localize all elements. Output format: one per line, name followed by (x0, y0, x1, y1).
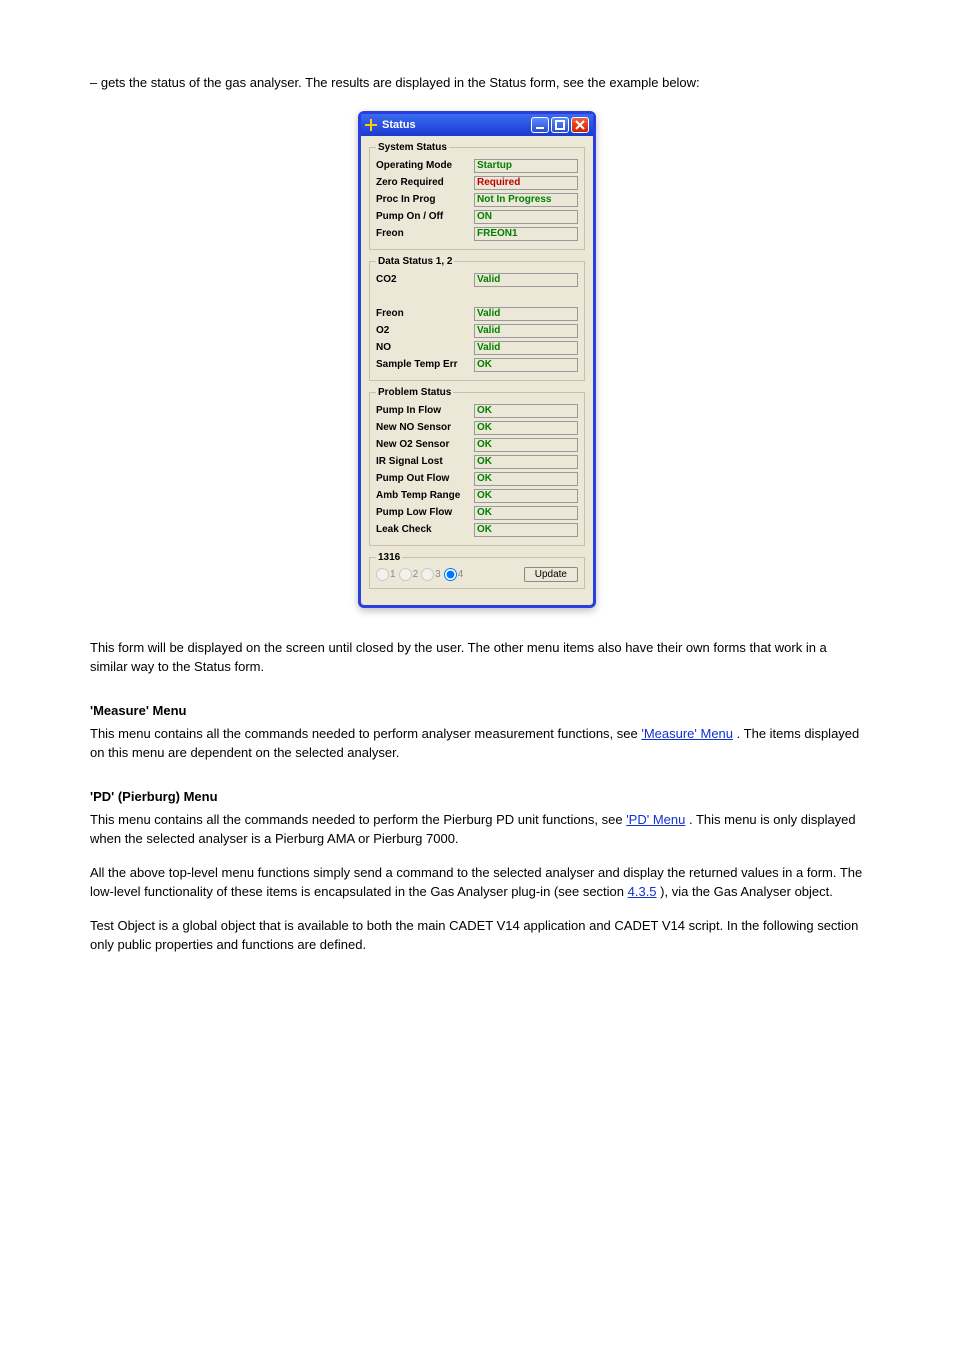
pd-text-1: This menu contains all the commands need… (90, 812, 626, 827)
status-row: CO2Valid (376, 272, 578, 288)
status-label: Proc In Prog (376, 194, 474, 205)
heading-pd: 'PD' (Pierburg) Menu (90, 789, 864, 804)
status-value: OK (474, 421, 578, 435)
radio-option[interactable]: 2 (399, 568, 419, 581)
status-row: New O2 SensorOK (376, 437, 578, 453)
radio-option[interactable]: 4 (444, 568, 464, 581)
radio-label: 1 (390, 569, 396, 580)
maximize-button[interactable] (551, 117, 569, 133)
radio-input[interactable] (376, 568, 389, 581)
link-measure-menu[interactable]: 'Measure' Menu (641, 726, 733, 741)
status-label: Pump In Flow (376, 405, 474, 416)
status-value: Valid (474, 307, 578, 321)
status-row: Pump Out FlowOK (376, 471, 578, 487)
group-2: Problem StatusPump In FlowOKNew NO Senso… (369, 387, 585, 546)
status-row (376, 289, 578, 305)
radio-label: 3 (435, 569, 441, 580)
status-label: Pump Low Flow (376, 507, 474, 518)
status-label: Freon (376, 228, 474, 239)
status-row: Zero RequiredRequired (376, 175, 578, 191)
status-value: FREON1 (474, 227, 578, 241)
status-label: New O2 Sensor (376, 439, 474, 450)
status-value: OK (474, 358, 578, 372)
status-label: Sample Temp Err (376, 359, 474, 370)
group-legend: Data Status 1, 2 (376, 256, 454, 267)
status-label: Freon (376, 308, 474, 319)
measure-paragraph: This menu contains all the commands need… (90, 724, 864, 763)
status-row: Sample Temp ErrOK (376, 357, 578, 373)
status-value: OK (474, 404, 578, 418)
status-row: O2Valid (376, 323, 578, 339)
status-row: Leak CheckOK (376, 522, 578, 538)
group-legend: System Status (376, 142, 449, 153)
status-value: Valid (474, 273, 578, 287)
status-row: FreonFREON1 (376, 226, 578, 242)
measure-intro: This menu contains all the commands need… (90, 726, 641, 741)
radio-label: 2 (413, 569, 419, 580)
link-pd-menu[interactable]: 'PD' Menu (626, 812, 685, 827)
status-label: Pump On / Off (376, 211, 474, 222)
status-value: OK (474, 523, 578, 537)
status-label: CO2 (376, 274, 474, 285)
group-0: System StatusOperating ModeStartupZero R… (369, 142, 585, 250)
update-button[interactable]: Update (524, 567, 578, 582)
status-value: ON (474, 210, 578, 224)
pd-paragraph: This menu contains all the commands need… (90, 810, 864, 849)
window-title: Status (382, 119, 529, 131)
status-label: O2 (376, 325, 474, 336)
status-value: Valid (474, 324, 578, 338)
app-icon (365, 119, 377, 131)
status-label: Pump Out Flow (376, 473, 474, 484)
status-value: Startup (474, 159, 578, 173)
status-label: Operating Mode (376, 160, 474, 171)
titlebar: Status (361, 114, 593, 136)
close-button[interactable] (571, 117, 589, 133)
status-value: OK (474, 455, 578, 469)
status-row: Pump Low FlowOK (376, 505, 578, 521)
status-row: Pump In FlowOK (376, 403, 578, 419)
status-row: Operating ModeStartup (376, 158, 578, 174)
radio-input[interactable] (399, 568, 412, 581)
radio-option[interactable]: 1 (376, 568, 396, 581)
group-1: Data Status 1, 2CO2ValidFreonValidO2Vali… (369, 256, 585, 381)
link-section-435[interactable]: 4.3.5 (628, 884, 657, 899)
heading-measure: 'Measure' Menu (90, 703, 864, 718)
status-row: IR Signal LostOK (376, 454, 578, 470)
intro-paragraph: – gets the status of the gas analyser. T… (90, 73, 864, 93)
radio-input[interactable] (444, 568, 457, 581)
minimize-button[interactable] (531, 117, 549, 133)
status-row: New NO SensorOK (376, 420, 578, 436)
status-value: OK (474, 472, 578, 486)
status-row: Pump On / OffON (376, 209, 578, 225)
status-value: OK (474, 489, 578, 503)
status-row: FreonValid (376, 306, 578, 322)
group-1316-legend: 1316 (376, 552, 402, 563)
status-value: Valid (474, 341, 578, 355)
window-body: System StatusOperating ModeStartupZero R… (361, 136, 593, 605)
status-window: Status System Status Operating ModeStartu… (358, 111, 596, 608)
status-label: Amb Temp Range (376, 490, 474, 501)
radio-input[interactable] (421, 568, 434, 581)
testobj-paragraph: Test Object is a global object that is a… (90, 916, 864, 955)
group-1316: 1316 1 2 3 4 Update (369, 552, 585, 589)
info-paragraph: All the above top-level menu functions s… (90, 863, 864, 902)
radio-label: 4 (458, 569, 464, 580)
status-row: Proc In ProgNot In Progress (376, 192, 578, 208)
status-label: IR Signal Lost (376, 456, 474, 467)
status-row: NOValid (376, 340, 578, 356)
status-label: NO (376, 342, 474, 353)
info-text-2: ), via the Gas Analyser object. (660, 884, 833, 899)
status-label: New NO Sensor (376, 422, 474, 433)
status-value: Not In Progress (474, 193, 578, 207)
radio-option[interactable]: 3 (421, 568, 441, 581)
status-value: Required (474, 176, 578, 190)
status-value: OK (474, 438, 578, 452)
status-row: Amb Temp RangeOK (376, 488, 578, 504)
below-window-paragraph: This form will be displayed on the scree… (90, 638, 864, 677)
status-label: Zero Required (376, 177, 474, 188)
status-value: OK (474, 506, 578, 520)
group-legend: Problem Status (376, 387, 453, 398)
status-label: Leak Check (376, 524, 474, 535)
